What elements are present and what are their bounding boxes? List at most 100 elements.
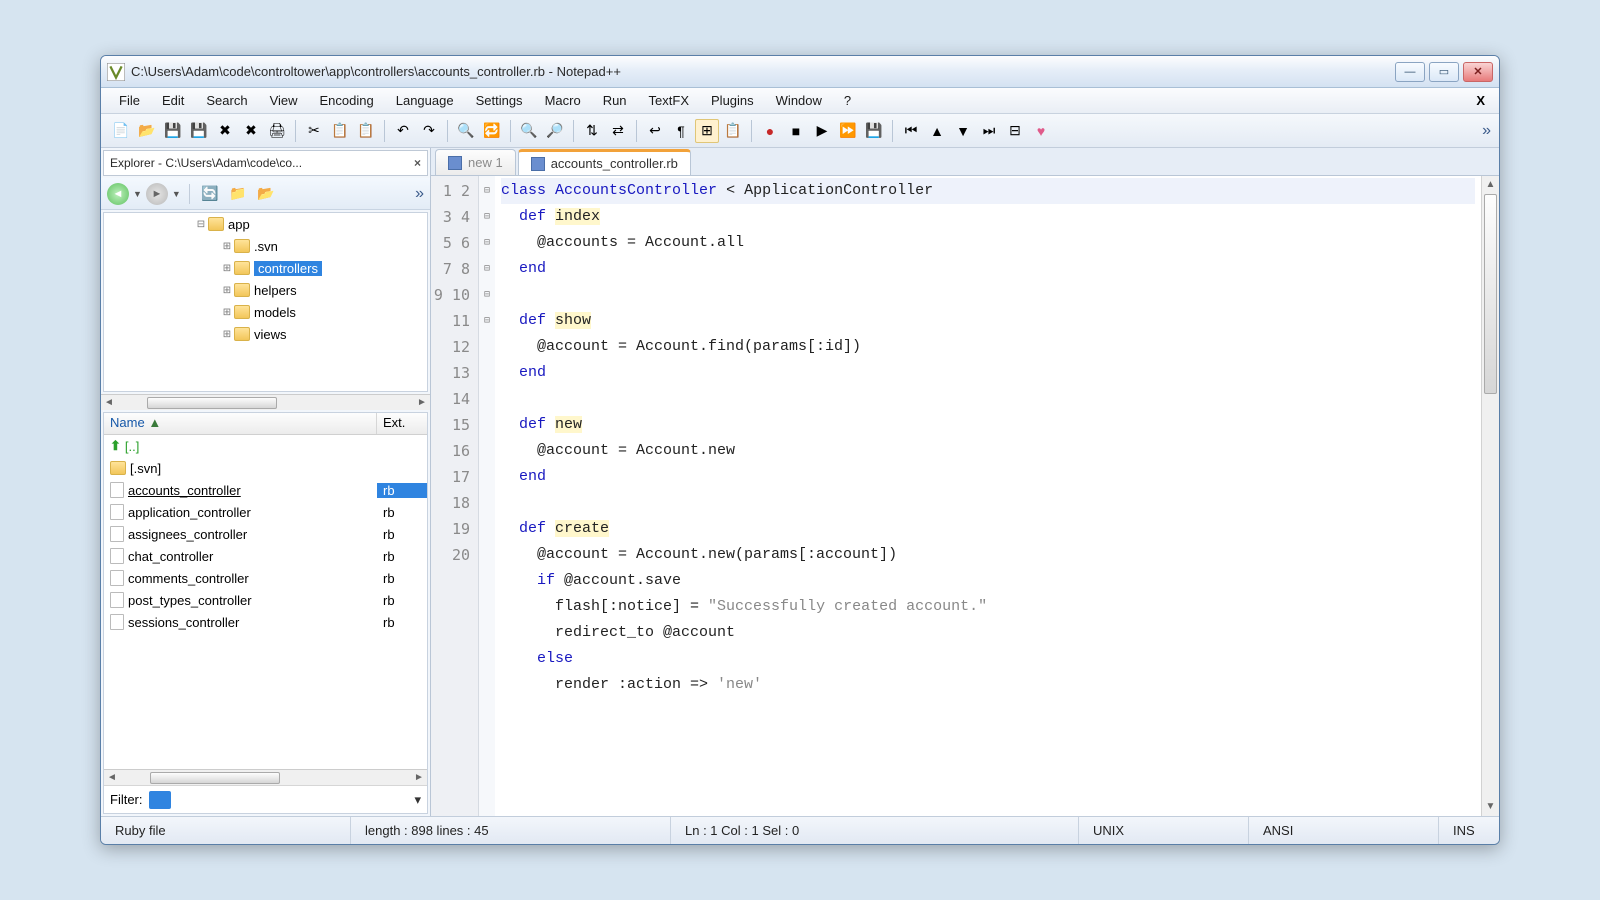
menu-[interactable]: ? (834, 90, 861, 111)
code-editor[interactable]: 1 2 3 4 5 6 7 8 9 10 11 12 13 14 15 16 1… (431, 176, 1499, 816)
vscroll-down-icon[interactable]: ▼ (1482, 798, 1499, 816)
heart-icon[interactable]: ♥ (1029, 119, 1053, 143)
paste-icon[interactable]: 📋 (354, 119, 378, 143)
menu-file[interactable]: File (109, 90, 150, 111)
close-all-icon[interactable]: ✖ (239, 119, 263, 143)
file-row[interactable]: assignees_controllerrb (104, 523, 427, 545)
file-row[interactable]: sessions_controllerrb (104, 611, 427, 633)
new-folder-icon[interactable]: 📁 (226, 182, 250, 206)
redo-icon[interactable]: ↷ (417, 119, 441, 143)
menu-plugins[interactable]: Plugins (701, 90, 764, 111)
tree-item[interactable]: ⊞helpers (104, 279, 427, 301)
editor-tab[interactable]: new 1 (435, 149, 516, 175)
nav-back-button[interactable]: ◄ (107, 183, 129, 205)
menu-window[interactable]: Window (766, 90, 832, 111)
close-icon[interactable]: ✖ (213, 119, 237, 143)
stop-icon[interactable]: ■ (784, 119, 808, 143)
save-all-icon[interactable]: 💾 (187, 119, 211, 143)
tree-item[interactable]: ⊞models (104, 301, 427, 323)
explorer-toolbar-overflow[interactable]: » (415, 185, 424, 203)
file-row[interactable]: ⬆[..] (104, 435, 427, 457)
expand-icon[interactable]: ⊞ (220, 285, 234, 296)
open-icon[interactable]: 📂 (135, 119, 159, 143)
fold-all-icon[interactable]: ⊟ (1003, 119, 1027, 143)
print-icon[interactable]: 🖨 (265, 119, 289, 143)
cut-icon[interactable]: ✂ (302, 119, 326, 143)
tree-item[interactable]: ⊞controllers (104, 257, 427, 279)
vscroll-thumb[interactable] (1484, 194, 1497, 394)
tree-item[interactable]: ⊞.svn (104, 235, 427, 257)
titlebar[interactable]: C:\Users\Adam\code\controltower\app\cont… (101, 56, 1499, 88)
file-row[interactable]: comments_controllerrb (104, 567, 427, 589)
record-icon[interactable]: ● (758, 119, 782, 143)
close-button[interactable]: ✕ (1463, 62, 1493, 82)
up-icon[interactable]: ▲ (925, 119, 949, 143)
refresh-icon[interactable]: 🔄 (198, 182, 222, 206)
explorer-close-icon[interactable]: × (414, 156, 421, 170)
down-icon[interactable]: ▼ (951, 119, 975, 143)
file-row[interactable]: [.svn] (104, 457, 427, 479)
hscroll-left-icon[interactable]: ◄ (101, 397, 117, 408)
col-ext[interactable]: Ext. (377, 413, 427, 434)
folder-tree[interactable]: ⊟app⊞.svn⊞controllers⊞helpers⊞models⊞vie… (103, 212, 428, 392)
to-end-icon[interactable]: ⏭ (977, 119, 1001, 143)
sync-v-icon[interactable]: ⇅ (580, 119, 604, 143)
undo-icon[interactable]: ↶ (391, 119, 415, 143)
expand-icon[interactable]: ⊞ (220, 263, 234, 274)
tab-close-x[interactable]: X (1470, 93, 1491, 108)
copy-icon[interactable]: 📋 (328, 119, 352, 143)
menu-search[interactable]: Search (196, 90, 257, 111)
nav-forward-button[interactable]: ► (146, 183, 168, 205)
line-gutter[interactable]: 1 2 3 4 5 6 7 8 9 10 11 12 13 14 15 16 1… (431, 176, 479, 816)
maximize-button[interactable]: ▭ (1429, 62, 1459, 82)
minimize-button[interactable]: — (1395, 62, 1425, 82)
menu-macro[interactable]: Macro (535, 90, 591, 111)
filelist-hscrollbar[interactable]: ◄ ► (104, 769, 427, 785)
menu-view[interactable]: View (260, 90, 308, 111)
expand-icon[interactable]: ⊞ (220, 241, 234, 252)
open-folder-icon[interactable]: 📂 (254, 182, 278, 206)
file-row[interactable]: chat_controllerrb (104, 545, 427, 567)
sync-h-icon[interactable]: ⇄ (606, 119, 630, 143)
to-start-icon[interactable]: ⏮ (899, 119, 923, 143)
menu-edit[interactable]: Edit (152, 90, 194, 111)
expand-icon[interactable]: ⊞ (220, 329, 234, 340)
show-all-icon[interactable]: ¶ (669, 119, 693, 143)
editor-tab[interactable]: accounts_controller.rb (518, 149, 691, 175)
fold-column[interactable]: ⊟ ⊟ ⊟ ⊟ ⊟ ⊟ (479, 176, 495, 816)
wrap-icon[interactable]: ↩ (643, 119, 667, 143)
new-icon[interactable]: 📄 (109, 119, 133, 143)
file-row[interactable]: accounts_controllerrb (104, 479, 427, 501)
file-list-body[interactable]: ⬆[..][.svn]accounts_controllerrbapplicat… (104, 435, 427, 769)
filter-dropdown-icon[interactable]: ▾ (414, 792, 421, 808)
zoom-in-icon[interactable]: 🔍 (517, 119, 541, 143)
play-icon[interactable]: ▶ (810, 119, 834, 143)
col-name[interactable]: Name ▲ (104, 413, 377, 434)
vscroll-up-icon[interactable]: ▲ (1482, 176, 1499, 194)
save-icon[interactable]: 💾 (161, 119, 185, 143)
replace-icon[interactable]: 🔁 (480, 119, 504, 143)
udl-icon[interactable]: 📋 (721, 119, 745, 143)
filter-chip[interactable] (149, 791, 171, 809)
menu-language[interactable]: Language (386, 90, 464, 111)
find-icon[interactable]: 🔍 (454, 119, 478, 143)
tree-hscrollbar[interactable]: ◄ ► (101, 394, 430, 410)
tree-item[interactable]: ⊟app (104, 213, 427, 235)
menu-encoding[interactable]: Encoding (310, 90, 384, 111)
menu-textfx[interactable]: TextFX (639, 90, 699, 111)
toolbar-overflow[interactable]: » (1482, 122, 1491, 140)
tree-item[interactable]: ⊞views (104, 323, 427, 345)
expand-icon[interactable]: ⊟ (194, 219, 208, 230)
nav-forward-dropdown[interactable]: ▼ (172, 189, 181, 199)
menu-run[interactable]: Run (593, 90, 637, 111)
expand-icon[interactable]: ⊞ (220, 307, 234, 318)
indent-guide-icon[interactable]: ⊞ (695, 119, 719, 143)
menu-settings[interactable]: Settings (466, 90, 533, 111)
nav-back-dropdown[interactable]: ▼ (133, 189, 142, 199)
file-list-header[interactable]: Name ▲ Ext. (104, 413, 427, 435)
code-content[interactable]: class AccountsController < ApplicationCo… (495, 176, 1481, 816)
hscroll-thumb[interactable] (147, 397, 277, 409)
play-multi-icon[interactable]: ⏩ (836, 119, 860, 143)
editor-vscrollbar[interactable]: ▲ ▼ (1481, 176, 1499, 816)
zoom-out-icon[interactable]: 🔎 (543, 119, 567, 143)
